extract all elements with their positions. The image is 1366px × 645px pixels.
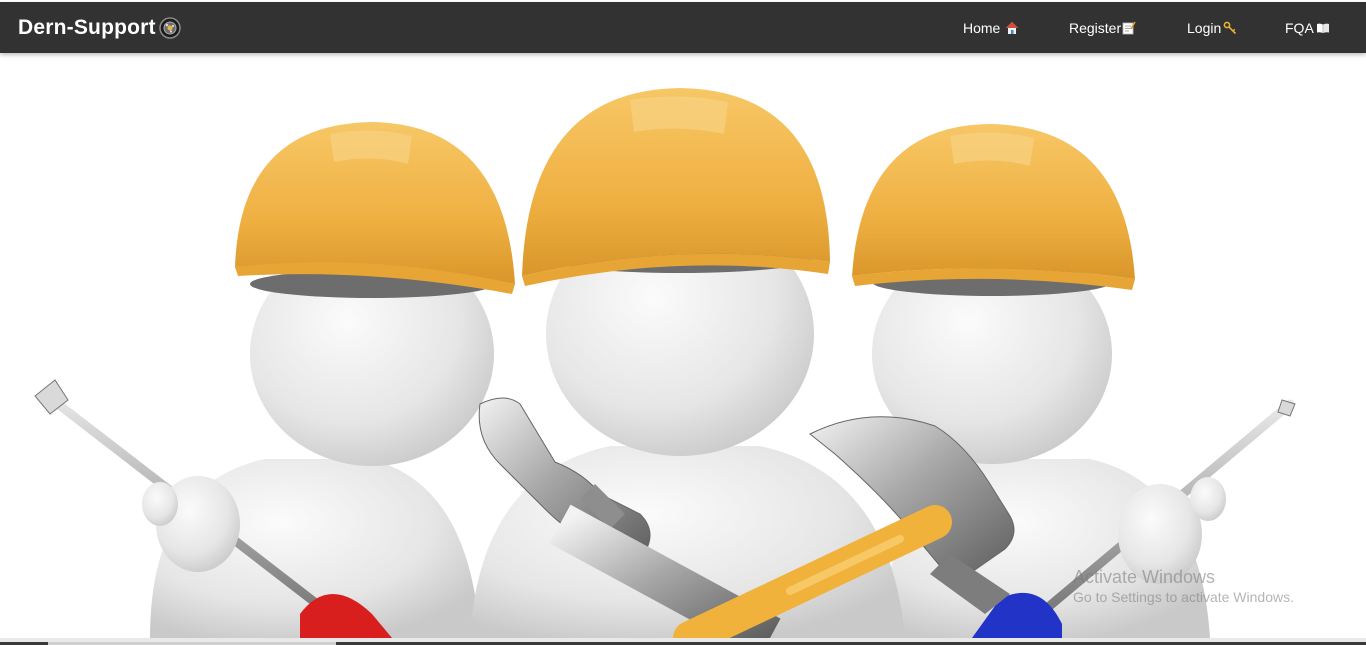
memo-icon bbox=[1122, 21, 1136, 35]
windows-activation-watermark: Activate Windows Go to Settings to activ… bbox=[1073, 566, 1294, 606]
nav-links: Home Register Login FQA bbox=[0, 2, 1366, 53]
workers-illustration bbox=[34, 88, 1296, 638]
nav-fqa[interactable]: FQA bbox=[1285, 2, 1330, 53]
nav-home[interactable]: Home bbox=[963, 2, 1019, 53]
nav-login-label: Login bbox=[1187, 19, 1222, 36]
hero-image bbox=[0, 54, 1366, 638]
nav-home-label: Home bbox=[963, 19, 1001, 36]
nav-register-label: Register bbox=[1069, 19, 1122, 36]
house-icon bbox=[1005, 21, 1019, 35]
watermark-subtitle: Go to Settings to activate Windows. bbox=[1073, 589, 1294, 605]
navbar: Dern-Support Home Register Login FQA bbox=[0, 2, 1366, 53]
nav-register[interactable]: Register bbox=[1069, 2, 1136, 53]
book-icon bbox=[1316, 21, 1330, 35]
watermark-title: Activate Windows bbox=[1073, 567, 1216, 587]
nav-fqa-label: FQA bbox=[1285, 19, 1314, 36]
nav-login[interactable]: Login bbox=[1187, 2, 1237, 53]
key-icon bbox=[1223, 21, 1237, 35]
